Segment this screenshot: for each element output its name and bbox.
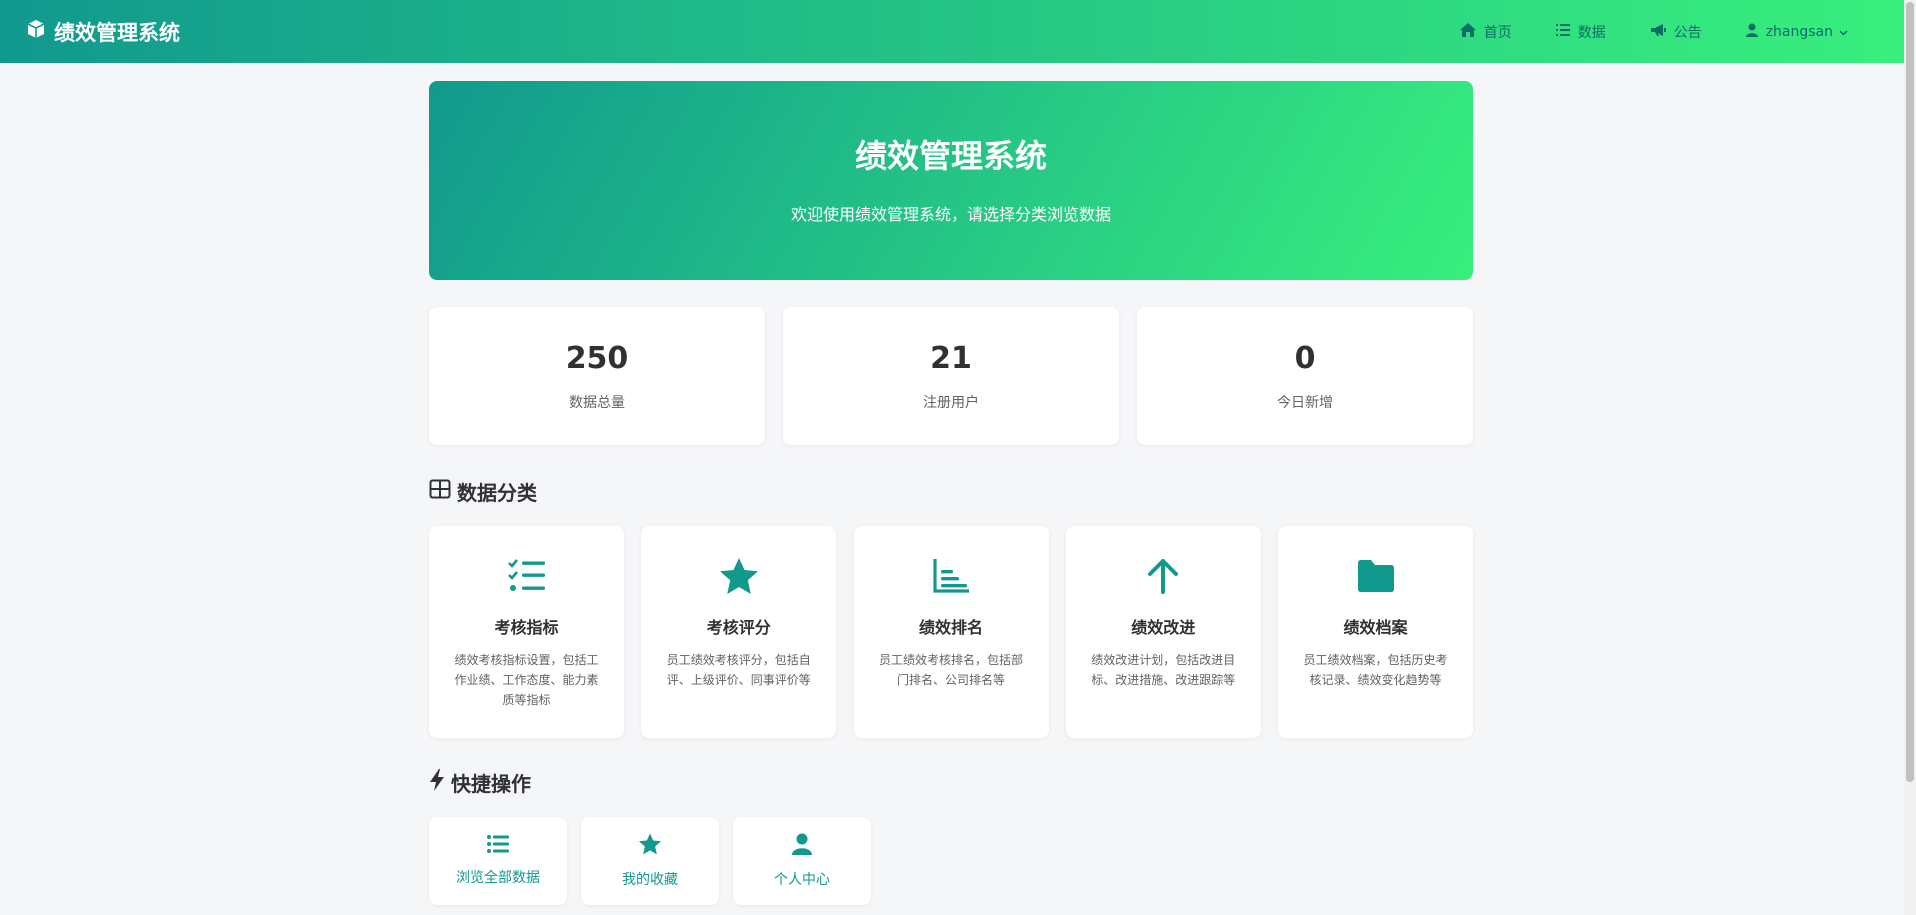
profile-button[interactable]: 个人中心 xyxy=(733,817,871,905)
categories-heading: 数据分类 xyxy=(429,477,1473,506)
category-grid: 考核指标 绩效考核指标设置，包括工作业绩、工作态度、能力素质等指标 考核评分 员… xyxy=(429,526,1473,738)
category-name: 考核指标 xyxy=(494,618,559,637)
nav-announcement-label: 公告 xyxy=(1673,24,1702,41)
ranking-chart-icon xyxy=(932,556,970,596)
user-icon xyxy=(792,833,812,859)
cube-icon xyxy=(26,19,54,44)
home-icon xyxy=(1459,22,1484,41)
list-icon xyxy=(1555,23,1578,40)
quick-action-label: 个人中心 xyxy=(774,872,830,888)
nav-links: 首页 数据 公告 zhangsan xyxy=(1416,0,1878,63)
main-content: 绩效管理系统 欢迎使用绩效管理系统，请选择分类浏览数据 250 数据总量 21 … xyxy=(429,81,1473,905)
scrollbar-thumb[interactable] xyxy=(1906,2,1914,782)
checklist-icon xyxy=(507,556,546,596)
nav-data[interactable]: 数据 xyxy=(1555,22,1606,42)
list-icon xyxy=(487,835,509,857)
chevron-down-icon xyxy=(1839,24,1856,40)
vertical-scrollbar[interactable] xyxy=(1904,0,1916,915)
quick-actions-title: 快捷操作 xyxy=(451,772,531,796)
arrow-up-icon xyxy=(1146,556,1180,596)
category-card[interactable]: 绩效改进 绩效改进计划，包括改进目标、改进措施、改进跟踪等 xyxy=(1065,526,1261,738)
stat-card: 250 数据总量 xyxy=(429,307,765,445)
nav-announcement[interactable]: 公告 xyxy=(1650,22,1702,42)
my-favorites-button[interactable]: 我的收藏 xyxy=(581,817,719,905)
categories-title: 数据分类 xyxy=(457,481,537,505)
quick-action-label: 我的收藏 xyxy=(622,872,678,888)
category-card[interactable]: 绩效档案 员工绩效档案，包括历史考核记录、绩效变化趋势等 xyxy=(1278,526,1473,738)
category-name: 考核评分 xyxy=(706,618,771,637)
stats-row: 250 数据总量 21 注册用户 0 今日新增 xyxy=(429,307,1473,445)
category-desc: 员工绩效考核排名，包括部门排名、公司排名等 xyxy=(878,653,1023,687)
lightning-icon xyxy=(429,769,451,796)
star-icon xyxy=(638,833,662,859)
nav-home-label: 首页 xyxy=(1483,24,1512,41)
stat-value: 0 xyxy=(1294,340,1316,376)
quick-actions-heading: 快捷操作 xyxy=(429,768,1473,797)
stat-card: 0 今日新增 xyxy=(1137,307,1473,445)
category-name: 绩效档案 xyxy=(1343,618,1408,637)
hero-title: 绩效管理系统 xyxy=(854,136,1047,175)
brand[interactable]: 绩效管理系统 xyxy=(26,17,180,47)
star-icon xyxy=(719,556,759,596)
category-card[interactable]: 考核指标 绩效考核指标设置，包括工作业绩、工作态度、能力素质等指标 xyxy=(429,526,624,738)
username: zhangsan xyxy=(1765,23,1833,40)
stat-value: 250 xyxy=(565,340,629,376)
stat-label: 数据总量 xyxy=(569,394,625,411)
browse-all-button[interactable]: 浏览全部数据 xyxy=(429,817,567,905)
category-desc: 绩效考核指标设置，包括工作业绩、工作态度、能力素质等指标 xyxy=(454,653,599,707)
hero-subtitle: 欢迎使用绩效管理系统，请选择分类浏览数据 xyxy=(790,204,1111,224)
stat-label: 今日新增 xyxy=(1277,394,1333,411)
quick-action-label: 浏览全部数据 xyxy=(456,870,540,886)
brand-title: 绩效管理系统 xyxy=(54,20,180,45)
stat-card: 21 注册用户 xyxy=(783,307,1119,445)
category-desc: 员工绩效考核评分，包括自评、上级评价、同事评价等 xyxy=(666,653,811,687)
category-name: 绩效改进 xyxy=(1131,618,1196,637)
category-card[interactable]: 考核评分 员工绩效考核评分，包括自评、上级评价、同事评价等 xyxy=(641,526,837,738)
folder-icon xyxy=(1357,556,1395,596)
stat-value: 21 xyxy=(930,340,972,376)
user-icon xyxy=(1745,23,1766,41)
stat-label: 注册用户 xyxy=(923,394,979,411)
category-desc: 绩效改进计划，包括改进目标、改进措施、改进跟踪等 xyxy=(1091,653,1236,687)
nav-data-label: 数据 xyxy=(1577,24,1606,41)
category-name: 绩效排名 xyxy=(918,618,983,637)
megaphone-icon xyxy=(1650,23,1674,41)
category-desc: 员工绩效档案，包括历史考核记录、绩效变化趋势等 xyxy=(1303,653,1448,687)
quick-actions: 浏览全部数据 我的收藏 个人中心 xyxy=(429,817,1473,905)
nav-home[interactable]: 首页 xyxy=(1459,22,1512,42)
table-icon xyxy=(429,479,457,504)
category-card[interactable]: 绩效排名 员工绩效考核排名，包括部门排名、公司排名等 xyxy=(853,526,1049,738)
user-menu[interactable]: zhangsan xyxy=(1745,23,1856,41)
hero-banner: 绩效管理系统 欢迎使用绩效管理系统，请选择分类浏览数据 xyxy=(429,81,1473,280)
top-navbar: 绩效管理系统 首页 数据 公告 zhangsan xyxy=(0,0,1904,63)
